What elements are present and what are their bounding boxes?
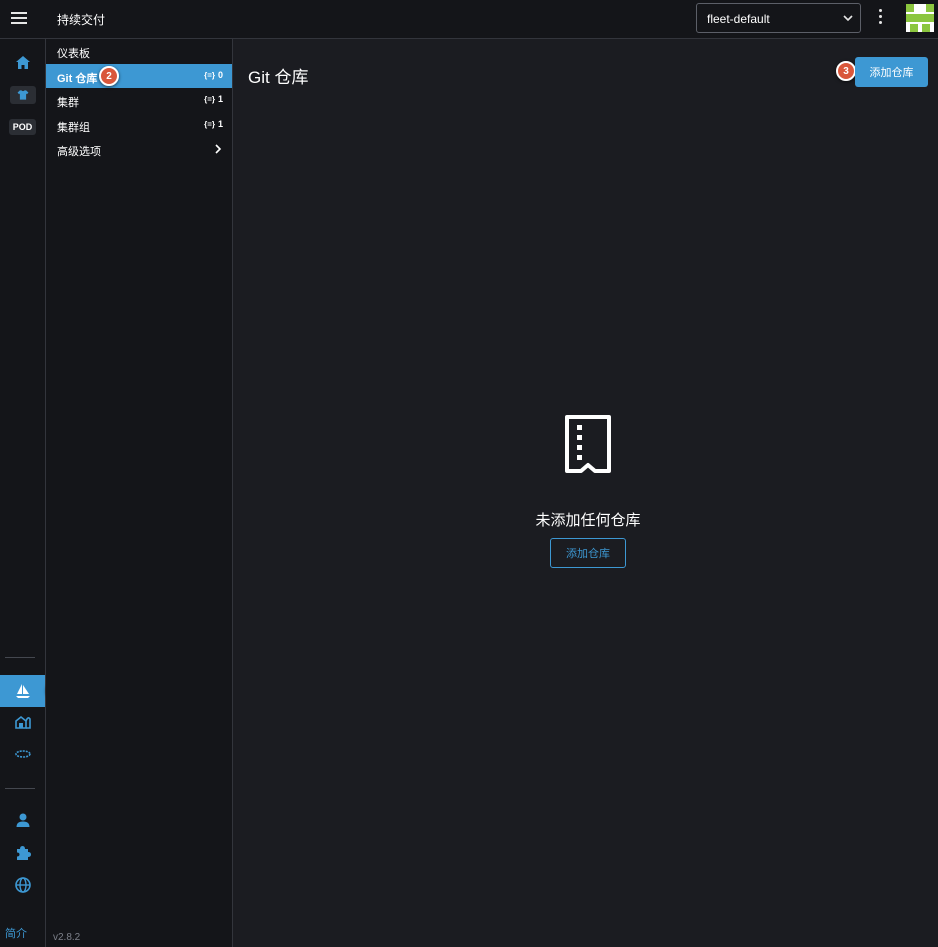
page-title: Git 仓库 [248, 68, 309, 87]
rail-divider [5, 657, 35, 658]
user-avatar[interactable] [906, 4, 934, 32]
nav-item-label: 高级选项 [57, 146, 101, 158]
about-link[interactable]: 简介 [5, 925, 27, 941]
rail-pod[interactable]: POD [0, 112, 45, 142]
resource-icon: {=} [204, 119, 215, 129]
nav-item-label: Git 仓库 [57, 73, 98, 85]
rail-cluster[interactable] [0, 80, 45, 110]
empty-state-text: 未添加任何仓库 [535, 512, 641, 529]
rail-virtualization[interactable] [0, 707, 45, 737]
nav-item-clusters[interactable]: 集群 {=} 1 [46, 88, 232, 112]
resource-icon: {=} [204, 94, 215, 104]
pod-badge: POD [8, 119, 37, 135]
globe-icon [14, 877, 31, 893]
callout-badge-3: 3 [836, 61, 856, 81]
chain-icon [14, 750, 31, 758]
nav-item-dashboard[interactable]: 仪表板 [46, 39, 232, 63]
shirt-icon [9, 86, 36, 104]
repository-icon [565, 415, 611, 473]
header-title: 持续交付 [57, 13, 106, 27]
user-icon [16, 813, 29, 827]
secondary-nav: 仪表板 Git 仓库 {=} 0 集群 {=} 1 集群组 {=} 1 高级选项 v2… [46, 39, 233, 947]
more-options-icon[interactable] [872, 9, 888, 27]
callout-badge-2: 2 [99, 66, 119, 86]
nav-item-label: 集群 [57, 97, 79, 109]
rail-global-settings[interactable] [0, 870, 45, 900]
home-icon [15, 56, 30, 69]
rail-home[interactable] [0, 48, 45, 78]
empty-add-repo-button[interactable]: 添加仓库 [550, 538, 626, 568]
rail-divider [5, 788, 35, 789]
icon-rail: POD 简介 [0, 39, 46, 947]
nav-item-label: 仪表板 [57, 48, 90, 60]
add-repo-button[interactable]: 添加仓库 [855, 57, 928, 87]
puzzle-icon [16, 846, 31, 860]
rail-users[interactable] [0, 805, 45, 835]
sailboat-icon [15, 684, 30, 698]
namespace-select[interactable]: fleet-default [696, 3, 861, 33]
farm-icon [14, 715, 31, 729]
chevron-down-icon [843, 15, 853, 22]
rail-extensions[interactable] [0, 838, 45, 868]
nav-item-advanced[interactable]: 高级选项 [46, 137, 232, 161]
nav-count: {=} 1 [204, 119, 223, 129]
chevron-right-icon [215, 144, 222, 154]
nav-count: {=} 1 [204, 94, 223, 104]
nav-count: {=} 0 [204, 70, 223, 80]
namespace-value: fleet-default [707, 12, 770, 26]
rail-cluster-api[interactable] [0, 739, 45, 769]
resource-icon: {=} [204, 70, 215, 80]
top-header: 持续交付 fleet-default [0, 0, 938, 39]
nav-item-cluster-groups[interactable]: 集群组 {=} 1 [46, 113, 232, 137]
hamburger-menu-icon[interactable] [11, 12, 27, 26]
version-label: v2.8.2 [53, 932, 81, 943]
nav-item-git-repos[interactable]: Git 仓库 {=} 0 [46, 64, 232, 88]
nav-item-label: 集群组 [57, 122, 90, 134]
rail-continuous-delivery[interactable] [0, 675, 45, 707]
